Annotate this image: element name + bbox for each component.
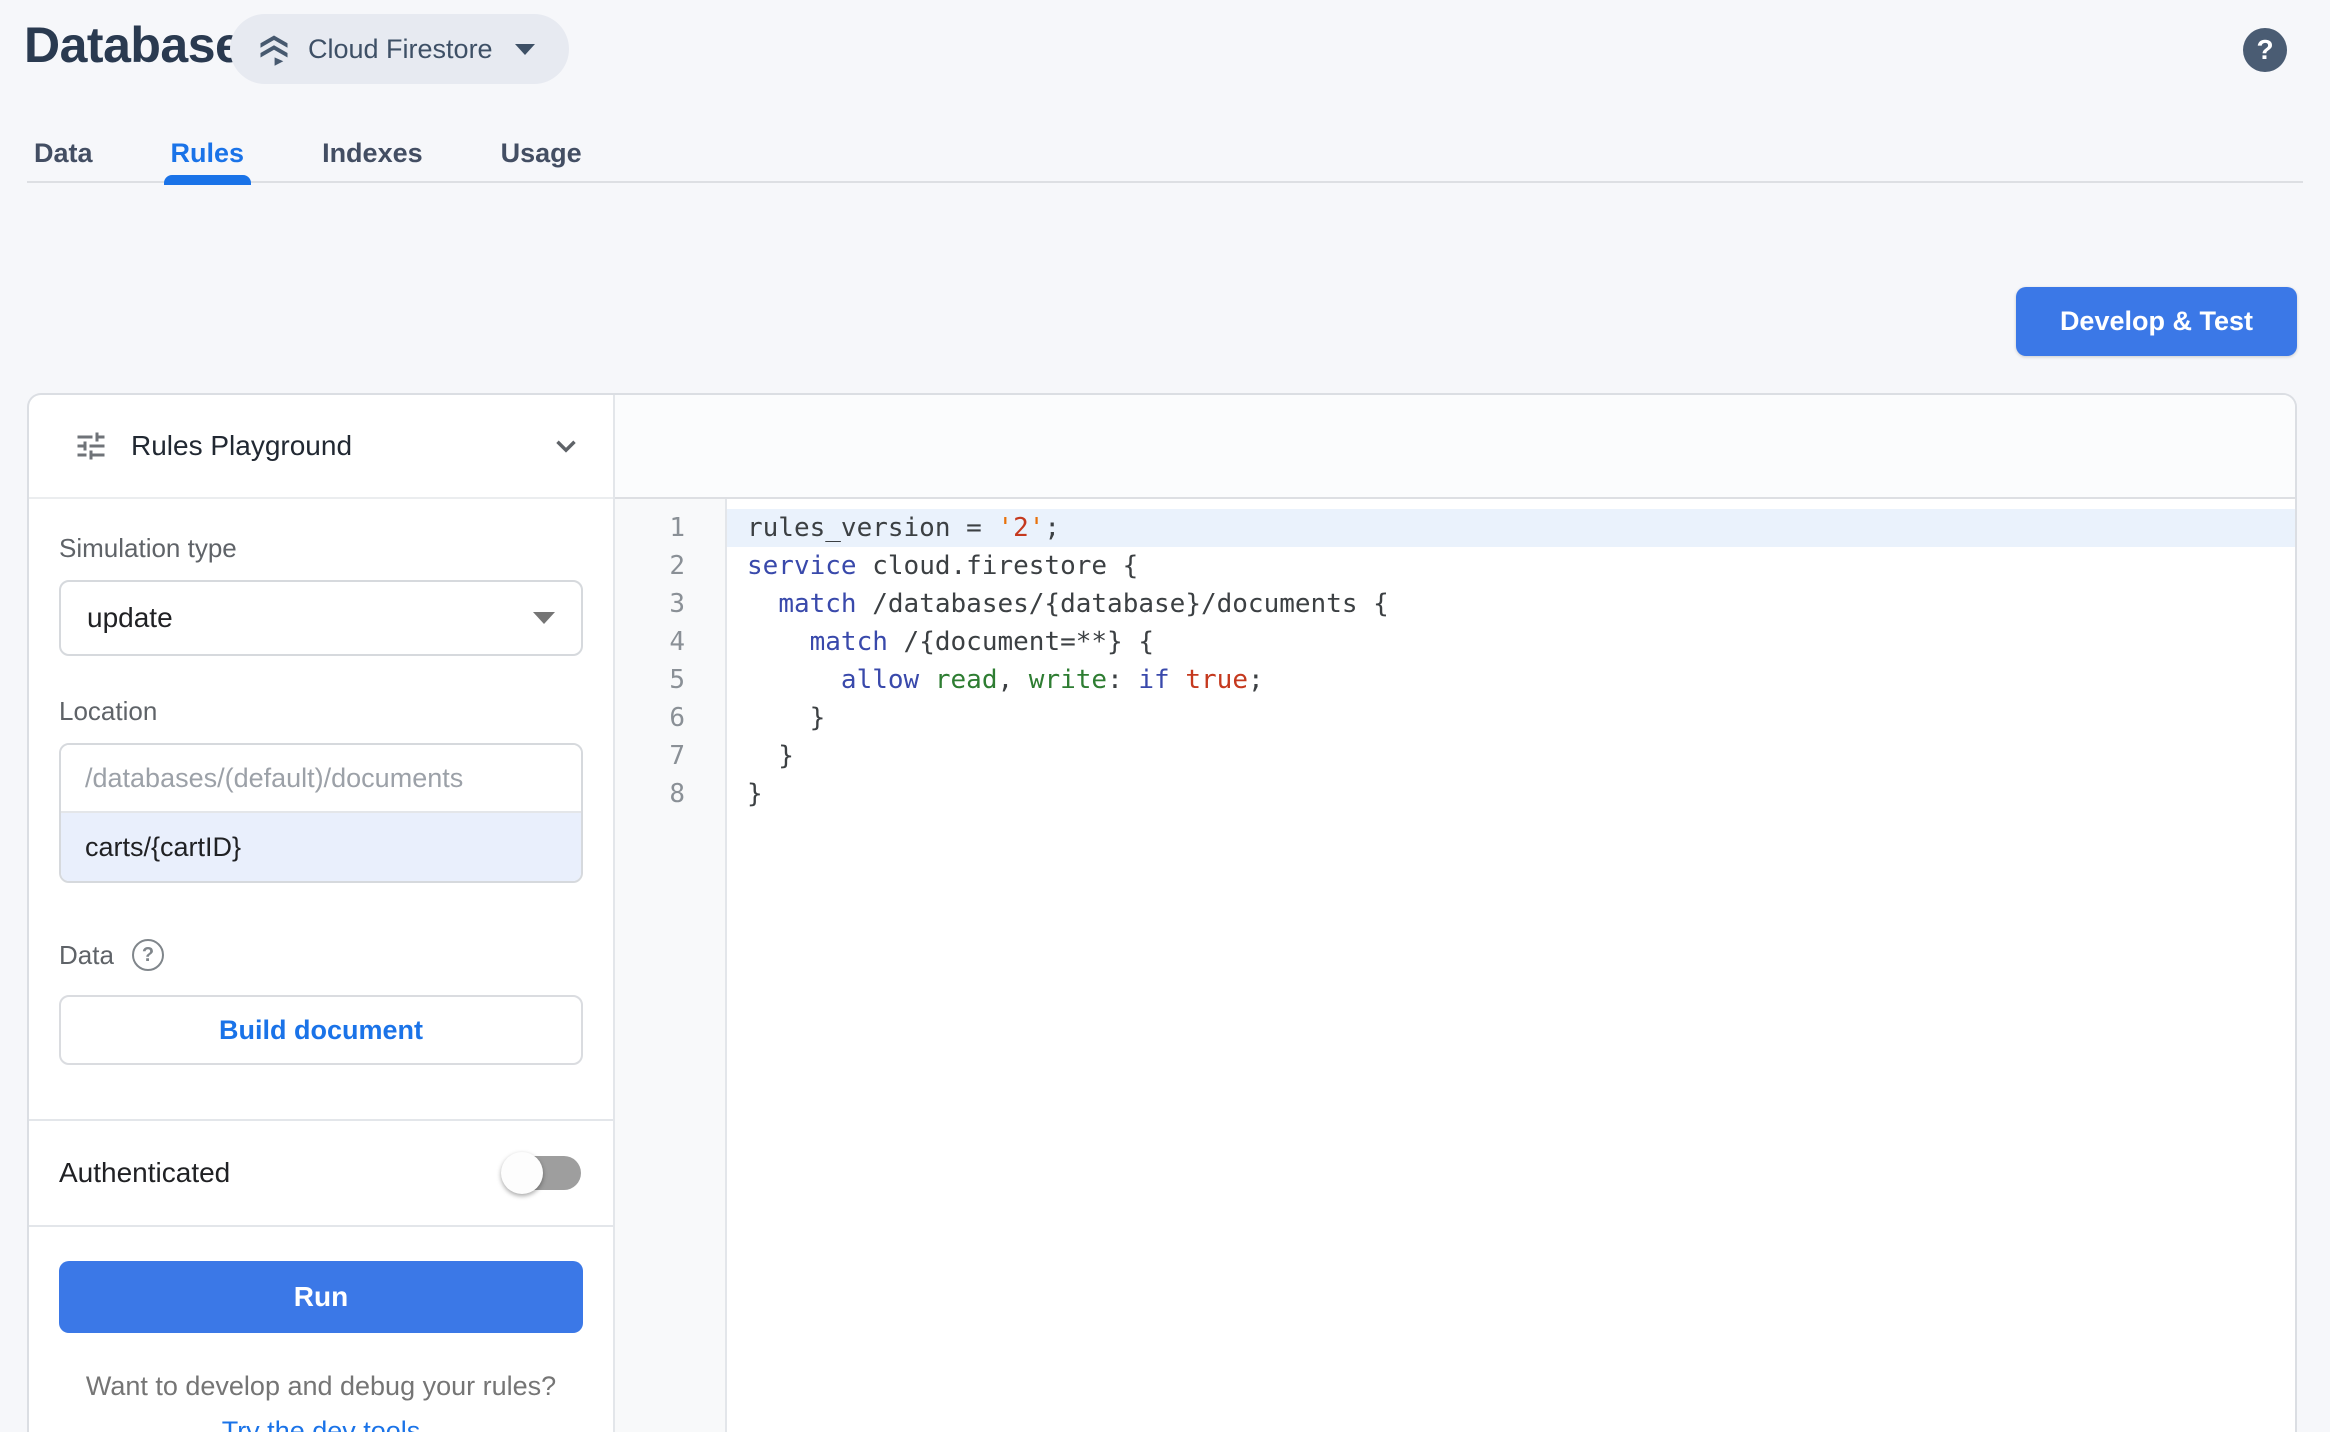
help-icon[interactable]: ? bbox=[2243, 28, 2287, 72]
code-line[interactable]: 7 } bbox=[615, 737, 2295, 775]
develop-and-test-button[interactable]: Develop & Test bbox=[2015, 287, 2297, 356]
code-text: service cloud.firestore { bbox=[747, 551, 1139, 581]
playground-footer: Want to develop and debug your rules? Tr… bbox=[29, 1333, 613, 1432]
rules-playground-panel: Rules Playground Simulation type update … bbox=[29, 395, 615, 1432]
firestore-icon bbox=[260, 35, 288, 66]
code-line[interactable]: 6 } bbox=[615, 699, 2295, 737]
simulation-type-label: Simulation type bbox=[59, 533, 237, 563]
location-input-group: /databases/(default)/documents carts/{ca… bbox=[59, 743, 583, 883]
tab-data[interactable]: Data bbox=[27, 124, 100, 183]
code-text: } bbox=[747, 703, 826, 733]
code-line[interactable]: 4 match /{document=**} { bbox=[615, 623, 2295, 661]
code-line[interactable]: 8} bbox=[615, 775, 2295, 813]
line-number: 7 bbox=[669, 741, 685, 771]
location-base-path[interactable]: /databases/(default)/documents bbox=[61, 745, 581, 813]
playground-form: Simulation type update Location /databas… bbox=[29, 499, 613, 1119]
data-label: Data bbox=[59, 939, 114, 970]
tab-indexes[interactable]: Indexes bbox=[315, 124, 430, 183]
footer-question: Want to develop and debug your rules? bbox=[85, 1371, 557, 1401]
data-help-icon[interactable]: ? bbox=[131, 939, 164, 971]
toggle-knob bbox=[501, 1152, 543, 1194]
run-section: Run bbox=[29, 1227, 613, 1333]
tab-rules[interactable]: Rules bbox=[163, 124, 252, 185]
line-number: 3 bbox=[669, 589, 685, 619]
help-glyph: ? bbox=[2256, 34, 2274, 65]
authenticated-row: Authenticated bbox=[29, 1121, 613, 1225]
code-text: } bbox=[747, 741, 794, 771]
line-number: 8 bbox=[669, 779, 685, 809]
product-selector-caret-icon bbox=[514, 43, 535, 55]
simulation-type-value: update bbox=[87, 602, 173, 633]
line-number: 6 bbox=[669, 703, 685, 733]
tune-icon bbox=[77, 432, 105, 460]
code-text: } bbox=[747, 779, 763, 809]
rules-card: Rules Playground Simulation type update … bbox=[27, 393, 2297, 1432]
authenticated-label: Authenticated bbox=[59, 1157, 231, 1188]
code-lines: 1 rules_version = '2'; 2 service cloud.fire… bbox=[615, 499, 2295, 813]
code-line[interactable]: 1 rules_version = '2'; bbox=[615, 509, 2295, 547]
rules-code-editor: 1 rules_version = '2'; 2 service cloud.fire… bbox=[615, 395, 2295, 1432]
line-number: 5 bbox=[669, 665, 685, 695]
topbar: Database Cloud Firestore ? bbox=[0, 0, 2330, 100]
code-text: allow read, write: if true; bbox=[840, 665, 1264, 695]
code-text: match /databases/{database}/documents { bbox=[778, 589, 1389, 619]
line-number: 2 bbox=[669, 551, 685, 581]
product-selector-label: Cloud Firestore bbox=[308, 33, 493, 64]
tab-usage[interactable]: Usage bbox=[494, 124, 589, 183]
authenticated-toggle[interactable] bbox=[501, 1152, 583, 1194]
rules-playground-header[interactable]: Rules Playground bbox=[29, 395, 613, 499]
location-label: Location bbox=[59, 696, 158, 726]
page-title: Database bbox=[24, 17, 243, 73]
editor-body[interactable]: 1 rules_version = '2'; 2 service cloud.fire… bbox=[615, 499, 2295, 1432]
code-text: rules_version = '2'; bbox=[727, 509, 2295, 547]
code-line[interactable]: 3 match /databases/{database}/documents … bbox=[615, 585, 2295, 623]
run-button[interactable]: Run bbox=[59, 1261, 583, 1333]
build-document-button[interactable]: Build document bbox=[59, 995, 583, 1065]
code-line[interactable]: 2 service cloud.firestore { bbox=[615, 547, 2295, 585]
location-path-input[interactable]: carts/{cartID} bbox=[61, 813, 581, 881]
try-dev-tools-link[interactable]: Try the dev tools bbox=[222, 1416, 421, 1432]
code-text: match /{document=**} { bbox=[809, 627, 1155, 657]
select-caret-icon bbox=[533, 612, 555, 624]
product-selector[interactable]: Cloud Firestore bbox=[230, 14, 569, 84]
chevron-down-icon[interactable] bbox=[549, 429, 583, 463]
line-number: 4 bbox=[669, 627, 685, 657]
tab-bar: Data Rules Indexes Usage bbox=[27, 124, 2303, 185]
code-line[interactable]: 5 allow read, write: if true; bbox=[615, 661, 2295, 699]
data-section-header: Data ? bbox=[59, 939, 583, 971]
rules-playground-title: Rules Playground bbox=[131, 430, 353, 461]
editor-toolbar bbox=[615, 395, 2295, 499]
line-number: 1 bbox=[669, 513, 685, 543]
simulation-type-select[interactable]: update bbox=[59, 580, 583, 656]
